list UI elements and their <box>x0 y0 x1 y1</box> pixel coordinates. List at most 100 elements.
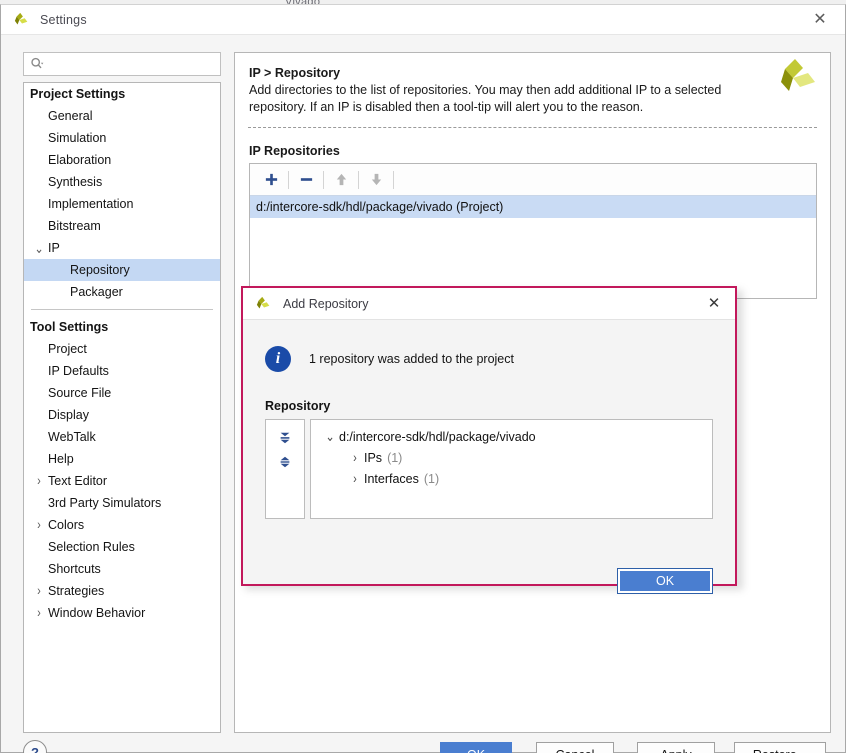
sidebar-item-shortcuts[interactable]: Shortcuts <box>24 558 220 580</box>
sidebar-item-label: 3rd Party Simulators <box>48 496 161 510</box>
sidebar-item-selection-rules[interactable]: Selection Rules <box>24 536 220 558</box>
chevron-right-icon[interactable]: › <box>32 584 46 599</box>
sidebar-item-general[interactable]: General <box>24 105 220 127</box>
settings-tree[interactable]: Project Settings General Simulation Elab… <box>23 82 221 733</box>
window-titlebar: Settings ✕ <box>1 5 845 35</box>
sidebar-item-label: Synthesis <box>48 175 102 189</box>
expand-all-button[interactable] <box>272 450 298 474</box>
info-message-row: i 1 repository was added to the project <box>265 346 735 372</box>
dialog-ok-button[interactable]: OK <box>617 568 713 594</box>
tree-control-buttons <box>265 419 305 519</box>
chevron-right-icon[interactable]: › <box>32 474 46 489</box>
screen: Vivado Settings ✕ <box>0 0 846 753</box>
sidebar-item-source-file[interactable]: Source File <box>24 382 220 404</box>
apply-button[interactable]: Apply <box>637 742 715 753</box>
tree-item-root[interactable]: ⌄ d:/intercore-sdk/hdl/package/vivado <box>323 426 712 447</box>
panel-divider <box>248 127 817 128</box>
sidebar-item-colors[interactable]: › Colors <box>24 514 220 536</box>
sidebar-item-strategies[interactable]: › Strategies <box>24 580 220 602</box>
sidebar-item-bitstream[interactable]: Bitstream <box>24 215 220 237</box>
restore-button[interactable]: Restore... <box>734 742 826 753</box>
repository-path: d:/intercore-sdk/hdl/package/vivado (Pro… <box>256 200 503 214</box>
chevron-down-icon[interactable]: ⌄ <box>323 428 337 444</box>
tree-item-label: d:/intercore-sdk/hdl/package/vivado <box>339 430 536 444</box>
panel-description: Add directories to the list of repositor… <box>249 82 729 116</box>
close-icon[interactable]: ✕ <box>701 292 727 314</box>
sidebar-item-webtalk[interactable]: WebTalk <box>24 426 220 448</box>
sidebar-item-window-behavior[interactable]: › Window Behavior <box>24 602 220 624</box>
toolbar-divider <box>393 171 394 189</box>
dialog-title: Add Repository <box>283 297 368 311</box>
toolbar-divider <box>358 171 359 189</box>
sidebar-item-packager[interactable]: Packager <box>24 281 220 303</box>
sidebar-item-label: Elaboration <box>48 153 111 167</box>
dialog-titlebar: Add Repository ✕ <box>243 288 735 320</box>
chevron-down-icon[interactable]: ⌄ <box>32 240 46 256</box>
sidebar-item-label: Text Editor <box>48 474 107 488</box>
sidebar-item-label: Selection Rules <box>48 540 135 554</box>
chevron-right-icon[interactable]: › <box>348 450 362 465</box>
settings-window: Settings ✕ Project Settings Ge <box>0 4 846 753</box>
restore-label-post: estore... <box>762 748 807 753</box>
add-repository-button[interactable] <box>258 167 284 193</box>
sidebar-item-label: Colors <box>48 518 84 532</box>
sidebar-item-repository[interactable]: Repository <box>24 259 220 281</box>
ok-button[interactable]: OK <box>440 742 512 753</box>
window-title: Settings <box>40 13 87 27</box>
expand-all-icon <box>278 455 292 469</box>
window-content: Project Settings General Simulation Elab… <box>1 36 845 752</box>
tree-group-project-settings: Project Settings <box>24 83 220 105</box>
collapse-all-button[interactable] <box>272 426 298 450</box>
sidebar-item-label: WebTalk <box>48 430 96 444</box>
repo-toolbar <box>250 164 816 196</box>
ip-repositories-list[interactable]: d:/intercore-sdk/hdl/package/vivado (Pro… <box>249 163 817 299</box>
sidebar-item-ip[interactable]: ⌄ IP <box>24 237 220 259</box>
move-up-button[interactable] <box>328 167 354 193</box>
search-input[interactable] <box>47 57 212 71</box>
sidebar-item-label: Project <box>48 342 87 356</box>
dialog-section-label: Repository <box>265 399 735 413</box>
sidebar-item-implementation[interactable]: Implementation <box>24 193 220 215</box>
plus-icon <box>264 172 279 187</box>
tree-item-count: (1) <box>387 451 402 465</box>
sidebar-item-help[interactable]: Help <box>24 448 220 470</box>
add-repository-dialog: Add Repository ✕ i 1 repository was adde… <box>241 286 737 586</box>
repository-tree[interactable]: ⌄ d:/intercore-sdk/hdl/package/vivado › … <box>310 419 713 519</box>
move-down-button[interactable] <box>363 167 389 193</box>
panel-header: IP > Repository Add directories to the l… <box>235 53 830 116</box>
tree-item-count: (1) <box>424 472 439 486</box>
tree-item-interfaces[interactable]: › Interfaces (1) <box>323 468 712 489</box>
sidebar-item-ip-defaults[interactable]: IP Defaults <box>24 360 220 382</box>
chevron-right-icon[interactable]: › <box>32 518 46 533</box>
cancel-button[interactable]: Cancel <box>536 742 614 753</box>
sidebar-item-synthesis[interactable]: Synthesis <box>24 171 220 193</box>
tree-item-label: IPs <box>364 451 382 465</box>
sidebar-item-label: Strategies <box>48 584 104 598</box>
sidebar-item-project[interactable]: Project <box>24 338 220 360</box>
sidebar-item-label: Bitstream <box>48 219 101 233</box>
toolbar-divider <box>323 171 324 189</box>
sidebar-item-3rd-party-simulators[interactable]: 3rd Party Simulators <box>24 492 220 514</box>
sidebar-item-simulation[interactable]: Simulation <box>24 127 220 149</box>
tree-group-label: Project Settings <box>30 87 125 101</box>
sidebar-item-text-editor[interactable]: › Text Editor <box>24 470 220 492</box>
close-icon[interactable]: ✕ <box>805 9 835 31</box>
arrow-down-icon <box>369 172 384 187</box>
chevron-right-icon[interactable]: › <box>32 606 46 621</box>
apply-mnemonic: A <box>660 748 668 753</box>
dialog-body: i 1 repository was added to the project … <box>243 346 735 612</box>
sidebar-item-label: Packager <box>70 285 123 299</box>
search-box[interactable] <box>23 52 221 76</box>
sidebar-item-display[interactable]: Display <box>24 404 220 426</box>
tree-item-ips[interactable]: › IPs (1) <box>323 447 712 468</box>
minus-icon <box>299 172 314 187</box>
sidebar-item-elaboration[interactable]: Elaboration <box>24 149 220 171</box>
sidebar-item-label: Help <box>48 452 74 466</box>
dialog-tree-area: ⌄ d:/intercore-sdk/hdl/package/vivado › … <box>265 419 713 519</box>
remove-repository-button[interactable] <box>293 167 319 193</box>
sidebar-item-label: General <box>48 109 92 123</box>
chevron-right-icon[interactable]: › <box>348 471 362 486</box>
vivado-logo-icon <box>776 57 820 99</box>
table-row[interactable]: d:/intercore-sdk/hdl/package/vivado (Pro… <box>250 196 816 218</box>
footer-button-bar: OK Cancel Apply Restore... <box>1 734 845 753</box>
